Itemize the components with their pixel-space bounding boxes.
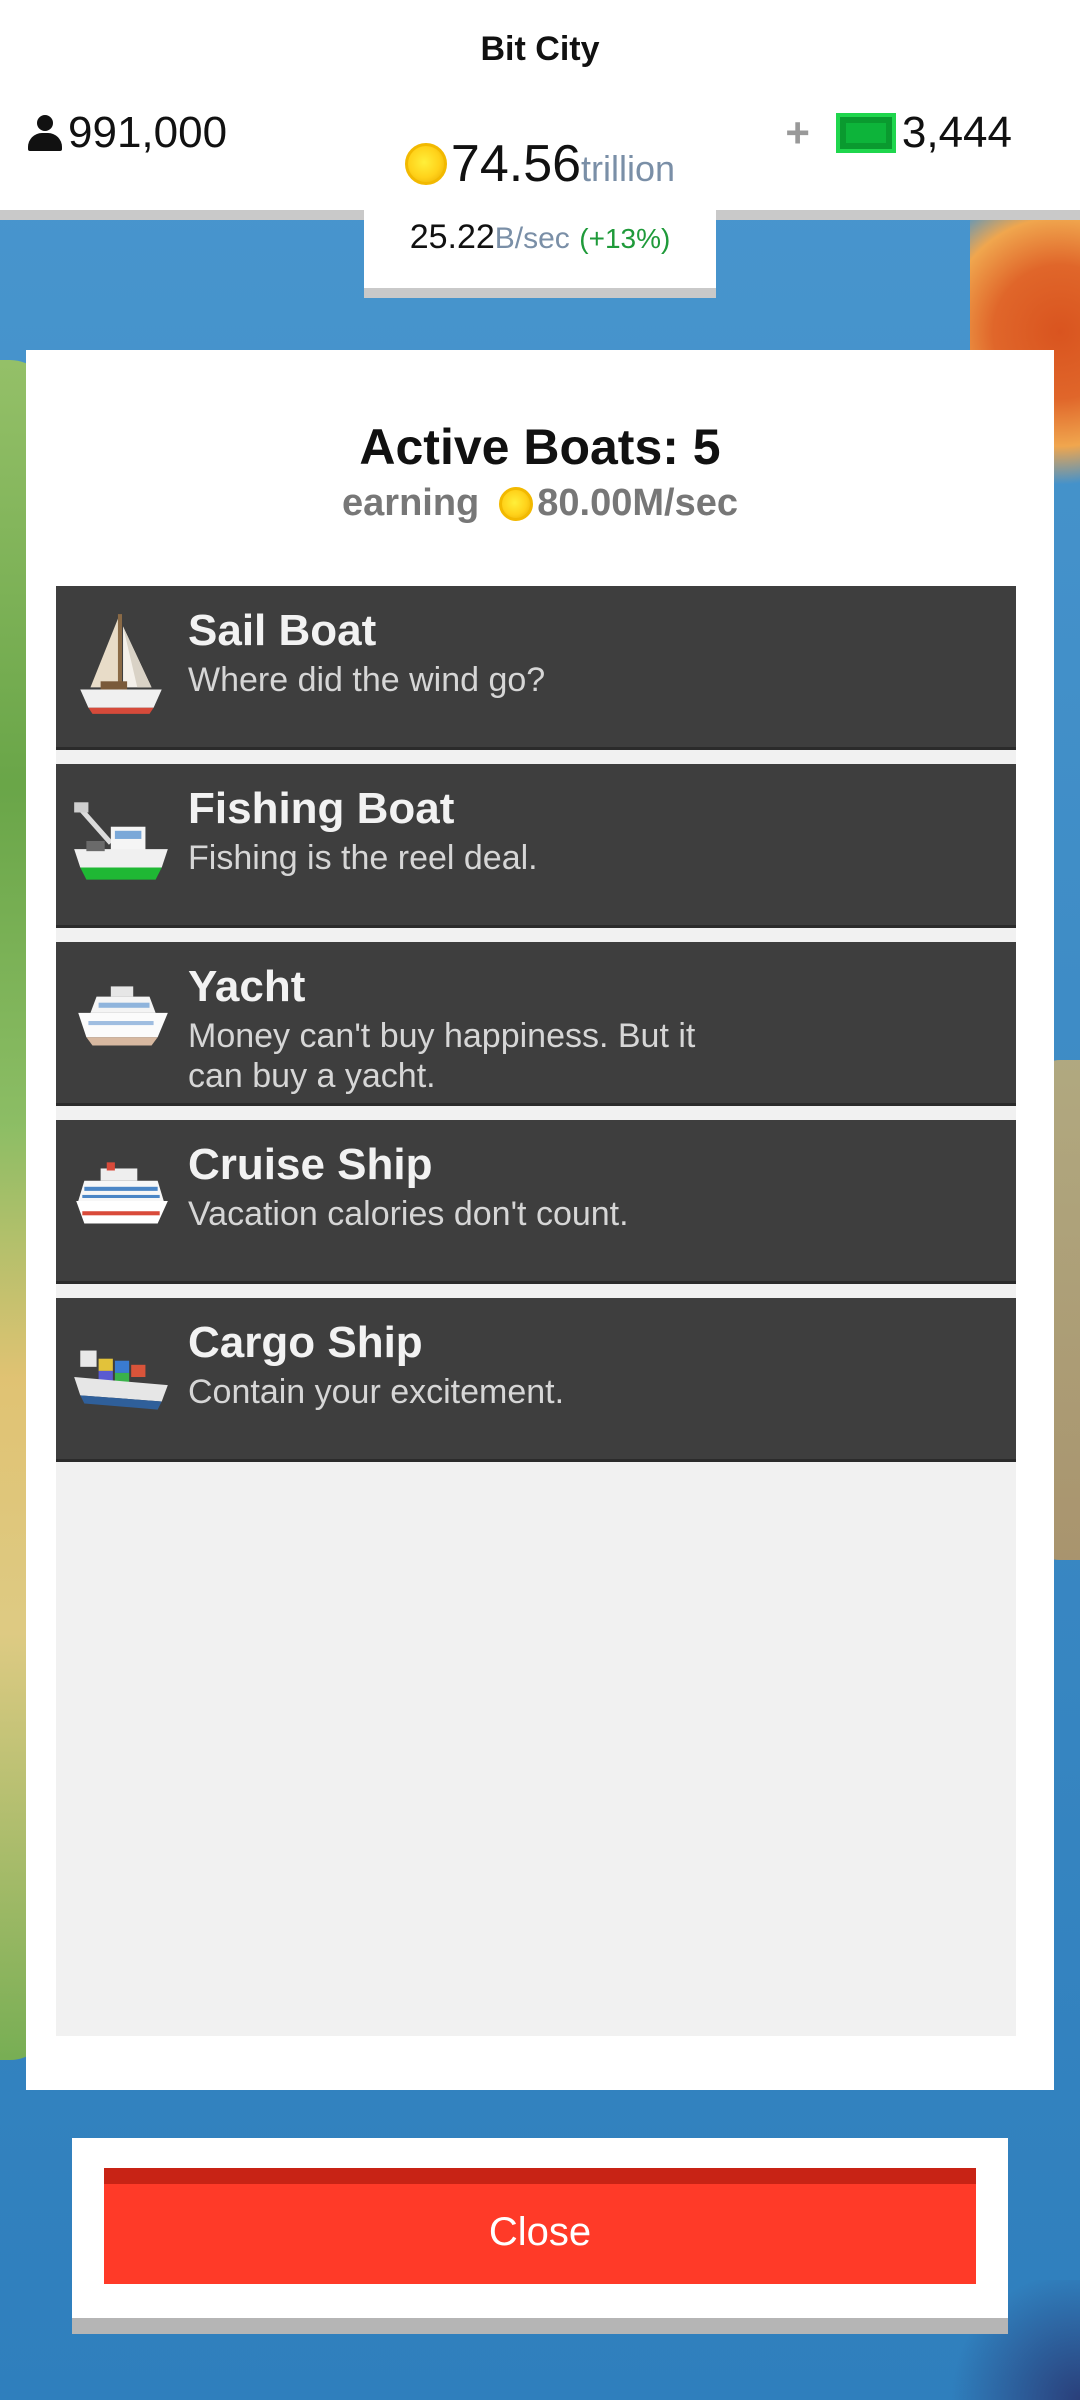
list-item-cargo-ship[interactable]: Cargo Ship Contain your excitement. bbox=[56, 1298, 1016, 1462]
cash-icon bbox=[835, 113, 896, 153]
modal-earning: earning 80.00M/sec bbox=[26, 482, 1054, 525]
cash-value: 3,444 bbox=[901, 108, 1012, 157]
modal-title: Active Boats: 5 bbox=[359, 419, 721, 475]
item-name: Yacht bbox=[188, 962, 306, 1011]
rate-bonus: (+13%) bbox=[579, 223, 671, 254]
coins-panel: 74.56 trillion 25.22B/sec (+13%) bbox=[364, 126, 716, 298]
item-name: Cargo Ship bbox=[188, 1318, 423, 1367]
active-boats-modal: Active Boats: 5 earning 80.00M/sec Sail … bbox=[26, 350, 1054, 2090]
coin-icon bbox=[404, 143, 447, 185]
earning-label: earning bbox=[342, 482, 480, 524]
list-item-cruise-ship[interactable]: Cruise Ship Vacation calories don't coun… bbox=[56, 1120, 1016, 1284]
cruise-ship-icon bbox=[76, 1162, 168, 1224]
list-item-sail-boat[interactable]: Sail Boat Where did the wind go? bbox=[56, 586, 1016, 750]
population-value: 991,000 bbox=[68, 108, 228, 157]
city-name: Bit City bbox=[480, 30, 600, 68]
cargo-ship-icon bbox=[74, 1350, 168, 1410]
person-icon bbox=[28, 115, 62, 151]
cash-counter[interactable]: + 3,444 bbox=[785, 108, 1012, 158]
item-name: Sail Boat bbox=[188, 606, 377, 655]
item-desc: Contain your excitement. bbox=[188, 1373, 565, 1411]
sail-boat-icon bbox=[80, 614, 162, 714]
coins-unit: trillion bbox=[581, 148, 676, 189]
coins-total: 74.56 trillion bbox=[364, 134, 716, 194]
fishing-boat-icon bbox=[74, 802, 168, 880]
item-desc: Fishing is the reel deal. bbox=[188, 839, 538, 877]
coins-value: 74.56 bbox=[450, 135, 582, 193]
income-rate: 25.22B/sec (+13%) bbox=[364, 218, 716, 257]
close-button[interactable]: Close bbox=[104, 2168, 976, 2284]
population-counter[interactable]: 991,000 bbox=[28, 108, 227, 158]
list-item-yacht[interactable]: Yacht Money can't buy happiness. But it … bbox=[56, 942, 1016, 1106]
item-desc: Vacation calories don't count. bbox=[188, 1195, 629, 1233]
list-item-fishing-boat[interactable]: Fishing Boat Fishing is the reel deal. bbox=[56, 764, 1016, 928]
add-cash-button[interactable]: + bbox=[785, 109, 810, 157]
item-desc: Where did the wind go? bbox=[188, 661, 546, 699]
item-desc: Money can't buy happiness. But it can bu… bbox=[188, 1017, 696, 1095]
rate-value: 25.22 bbox=[409, 218, 495, 256]
item-name: Fishing Boat bbox=[188, 784, 455, 833]
yacht-icon bbox=[78, 986, 168, 1046]
earning-value: 80.00M/sec bbox=[537, 482, 738, 524]
close-panel: Close bbox=[72, 2138, 1008, 2334]
item-name: Cruise Ship bbox=[188, 1140, 433, 1189]
boat-list[interactable]: Sail Boat Where did the wind go? Fishing… bbox=[56, 586, 1016, 2036]
coin-icon bbox=[499, 486, 534, 521]
rate-unit: B/sec bbox=[494, 222, 570, 255]
